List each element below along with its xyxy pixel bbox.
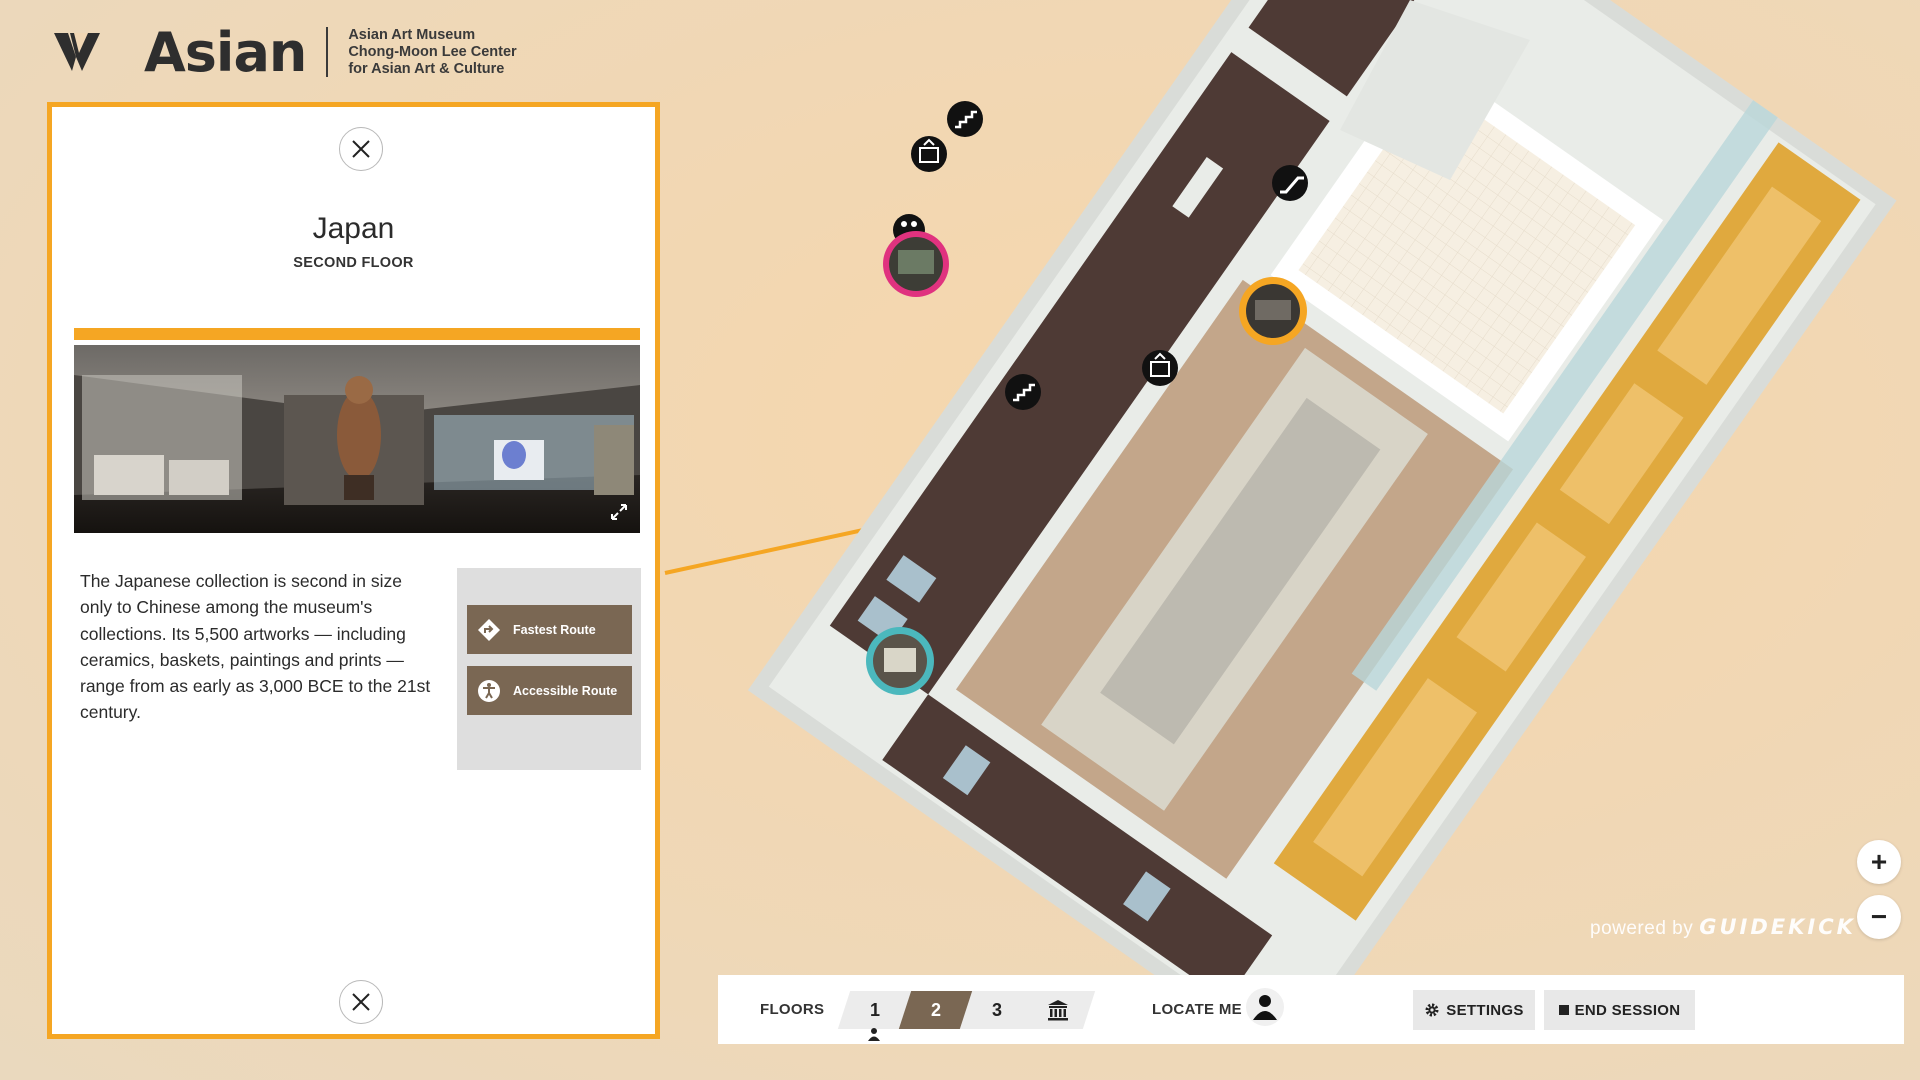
locate-me-button[interactable] — [1246, 988, 1284, 1026]
powered-by: powered by GUIDEKICK — [1590, 915, 1856, 940]
end-session-label: END SESSION — [1574, 1001, 1681, 1019]
floor-1-tab[interactable]: 1 — [837, 991, 913, 1029]
floors-label: FLOORS — [760, 1001, 825, 1018]
floor-1-label: 1 — [869, 1000, 880, 1020]
floor-3-label: 3 — [991, 1000, 1002, 1020]
floor-3-tab[interactable]: 3 — [959, 991, 1035, 1029]
elevator-icon — [911, 136, 947, 172]
gallery-marker-teal — [866, 627, 934, 695]
you-are-here-icon — [868, 1028, 880, 1041]
end-session-button[interactable]: END SESSION — [1544, 990, 1695, 1030]
bottom-toolbar: FLOORS 1 2 3 LOCATE ME SETTINGS END SESS… — [718, 975, 1904, 1044]
person-icon — [1253, 995, 1277, 1020]
zoom-out-button[interactable]: − — [1857, 895, 1901, 939]
zoom-in-button[interactable]: + — [1857, 840, 1901, 884]
museum-building-icon — [1048, 1000, 1068, 1021]
floor-2-label: 2 — [930, 1000, 941, 1020]
floor-2-tab[interactable]: 2 — [898, 991, 974, 1029]
gallery-marker-japan — [1239, 277, 1307, 345]
building-overview-tab[interactable] — [1020, 991, 1096, 1029]
settings-label: SETTINGS — [1446, 1001, 1524, 1019]
stop-icon — [1558, 1005, 1569, 1015]
locate-me-label[interactable]: LOCATE ME — [1152, 1001, 1242, 1018]
elevator-icon — [1142, 350, 1178, 386]
powered-by-prefix: powered by — [1590, 918, 1694, 939]
gear-icon — [1425, 1003, 1439, 1017]
escalator-icon — [1272, 165, 1308, 201]
stairs-icon — [1005, 374, 1041, 410]
floor-map[interactable] — [690, 0, 1920, 980]
settings-button[interactable]: SETTINGS — [1413, 990, 1535, 1030]
stairs-icon — [947, 101, 983, 137]
guidekick-logo: GUIDEKICK — [1699, 915, 1856, 939]
gallery-marker-pink — [883, 231, 949, 297]
